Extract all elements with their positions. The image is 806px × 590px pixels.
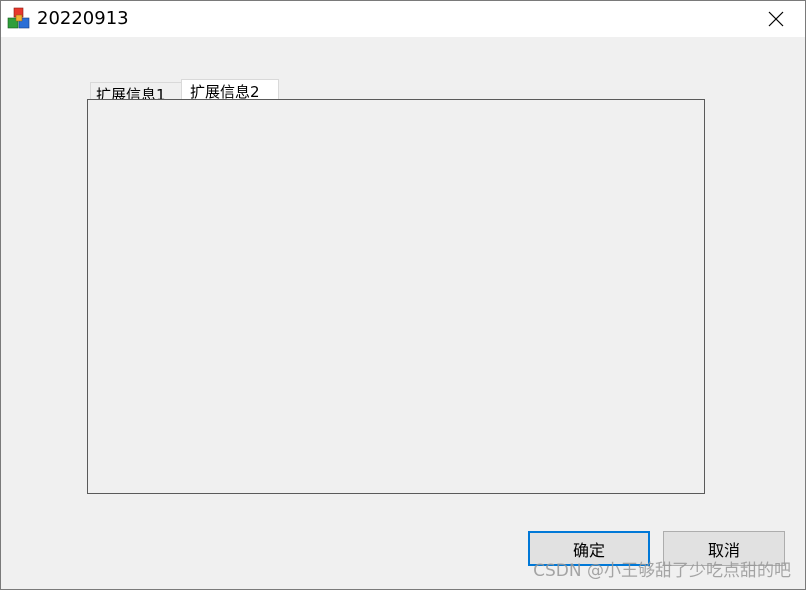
watermark: CSDN @小王够甜了少吃点甜的吧 [533, 561, 791, 581]
title-bar: 20220913 [1, 1, 805, 37]
window-title: 20220913 [37, 8, 129, 29]
close-button[interactable] [747, 1, 805, 37]
close-icon [768, 11, 784, 27]
dialog-window: 20220913 扩展信息1 扩展信息2 确定 取消 CSDN @小王够甜了少吃… [0, 0, 806, 590]
app-cubes-icon [7, 7, 30, 29]
tab-panel [87, 99, 705, 494]
